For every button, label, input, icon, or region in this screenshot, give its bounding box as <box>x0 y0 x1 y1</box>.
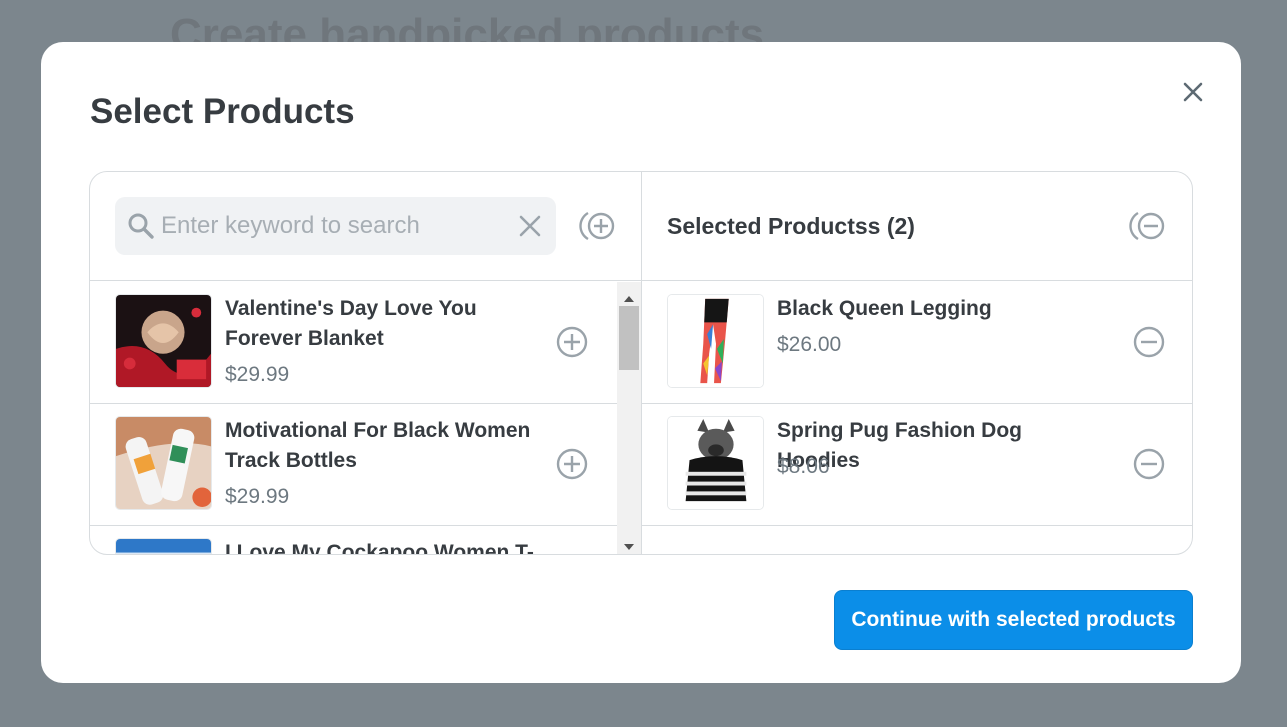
selected-header: Selected Productss (2) <box>642 172 1192 281</box>
add-all-icon[interactable] <box>579 208 619 244</box>
list-item[interactable]: I Love My Cockapoo Women T- <box>90 526 641 554</box>
close-icon[interactable] <box>1179 78 1207 106</box>
list-scrollbar[interactable] <box>617 282 641 554</box>
product-name: Black Queen Legging <box>777 297 992 320</box>
product-price: $26.00 <box>777 333 842 356</box>
clear-search-icon[interactable] <box>517 213 543 239</box>
scroll-down-arrow-icon[interactable] <box>623 538 635 550</box>
modal-title: Select Products <box>90 92 355 131</box>
selected-products-pane: Selected Productss (2) Black Queen Leggi… <box>642 172 1192 554</box>
product-price: $8.06 <box>777 455 830 478</box>
blanket-image <box>115 294 212 388</box>
scrollbar-thumb[interactable] <box>619 306 639 370</box>
product-name: Valentine's Day Love You Forever Blanket <box>225 297 477 350</box>
remove-product-icon[interactable] <box>1132 447 1166 481</box>
search-box <box>115 197 556 255</box>
add-product-icon[interactable] <box>555 447 589 481</box>
scroll-up-arrow-icon[interactable] <box>623 290 635 302</box>
add-product-icon[interactable] <box>555 325 589 359</box>
product-name: I Love My Cockapoo Women T- <box>225 541 534 554</box>
remove-all-icon[interactable] <box>1129 208 1169 244</box>
legging-image <box>667 294 764 388</box>
search-input[interactable] <box>161 206 501 246</box>
product-name: Motivational For Black Women Track Bottl… <box>225 419 531 472</box>
dog-hoodie-image <box>667 416 764 510</box>
search-header <box>90 172 641 281</box>
list-item[interactable]: Black Queen Legging $26.00 <box>642 282 1192 404</box>
selected-products-heading: Selected Productss (2) <box>667 213 915 239</box>
available-products-list: Valentine's Day Love You Forever Blanket… <box>90 282 641 554</box>
selected-products-list: Black Queen Legging $26.00 Spring Pug Fa… <box>642 282 1192 554</box>
select-products-modal: Select Products Enter keyword to search … <box>41 42 1241 683</box>
bottles-image <box>115 416 212 510</box>
list-item[interactable]: Motivational For Black Women Track Bottl… <box>90 404 641 526</box>
product-price: $29.99 <box>225 363 290 386</box>
available-products-pane: Valentine's Day Love You Forever Blanket… <box>90 172 642 554</box>
list-item[interactable]: Valentine's Day Love You Forever Blanket… <box>90 282 641 404</box>
product-price: $29.99 <box>225 485 290 508</box>
search-icon <box>127 212 155 240</box>
product-picker: Valentine's Day Love You Forever Blanket… <box>89 171 1193 555</box>
continue-button[interactable]: Continue with selected products <box>834 590 1193 650</box>
tshirt-size-chart-image <box>115 538 212 554</box>
remove-product-icon[interactable] <box>1132 325 1166 359</box>
list-item[interactable]: Spring Pug Fashion Dog Hoodies $8.06 <box>642 404 1192 526</box>
